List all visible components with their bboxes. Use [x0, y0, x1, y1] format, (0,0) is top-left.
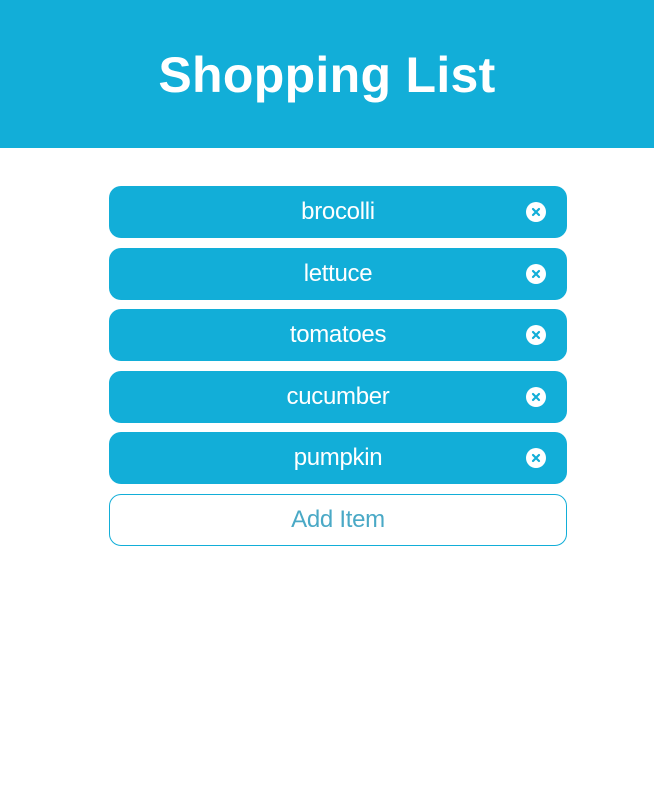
item-label: lettuce	[303, 259, 373, 287]
close-circle-icon	[531, 392, 541, 401]
list-item: lettuce	[109, 247, 567, 300]
add-item-label: Add Item	[291, 505, 385, 533]
remove-item-button[interactable]	[526, 325, 546, 345]
page-title: Shopping List	[158, 47, 496, 103]
add-item-button[interactable]: Add Item	[109, 493, 567, 546]
close-circle-icon	[531, 330, 541, 340]
close-circle-icon	[531, 207, 541, 217]
close-circle-icon	[531, 269, 541, 278]
list-item: pumpkin	[109, 432, 567, 484]
close-circle-icon	[531, 453, 541, 463]
remove-item-button[interactable]	[526, 263, 546, 284]
remove-item-button[interactable]	[526, 386, 546, 407]
item-label: tomatoes	[289, 321, 387, 348]
remove-item-button[interactable]	[526, 202, 546, 222]
item-label: pumpkin	[293, 444, 383, 471]
item-label: brocolli	[301, 198, 375, 225]
item-label: cucumber	[286, 382, 390, 410]
remove-item-button[interactable]	[526, 448, 546, 468]
app-header: Shopping List	[0, 0, 654, 148]
list-item: cucumber	[109, 370, 567, 423]
shopping-list: brocolli lettuce tomatoes cucumber pumpk…	[109, 186, 567, 546]
list-item: brocolli	[109, 186, 567, 238]
list-item: tomatoes	[109, 309, 567, 361]
